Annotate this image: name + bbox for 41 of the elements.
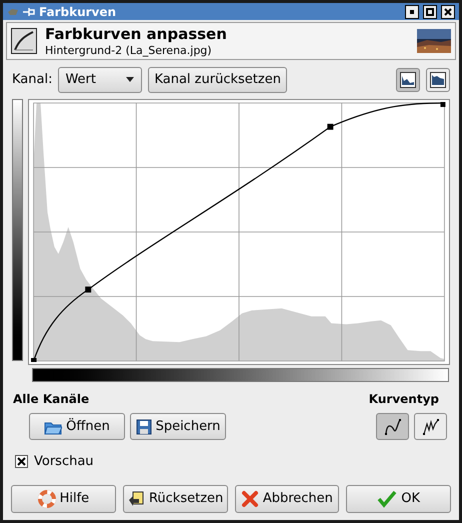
linear-histogram-icon: [400, 72, 416, 88]
close-button[interactable]: [441, 4, 455, 18]
cross-mark-icon: [17, 457, 26, 466]
control-point[interactable]: [327, 124, 334, 130]
curves-tool-icon: [11, 28, 37, 54]
section-title: Alle Kanäle: [13, 391, 90, 408]
smooth-curve-icon: [384, 418, 402, 436]
control-point[interactable]: [85, 286, 92, 293]
window-title: Farbkurven: [39, 4, 116, 20]
image-name: Hintergrund-2 (La_Serena.jpg): [45, 44, 213, 58]
checkmark-icon: [377, 490, 398, 508]
reset-button[interactable]: Rücksetzen: [122, 484, 228, 512]
lifebuoy-icon: [38, 490, 56, 508]
minimize-button[interactable]: [405, 4, 419, 18]
histogram-scale-toggle[interactable]: [426, 68, 450, 92]
preview-checkbox[interactable]: [15, 455, 28, 468]
section-title: Kurventyp: [368, 391, 439, 408]
undo-icon: [126, 490, 145, 508]
preview-label: Vorschau: [34, 453, 94, 471]
app-icon: [7, 6, 19, 16]
logarithmic-histogram-icon: [430, 72, 446, 88]
open-button[interactable]: Öffnen: [29, 413, 125, 440]
maximize-button[interactable]: [423, 4, 437, 18]
channel-dropdown[interactable]: Wert: [58, 67, 142, 93]
channel-label: Kanal:: [12, 71, 52, 90]
cancel-button[interactable]: Abbrechen: [234, 484, 340, 512]
ok-button[interactable]: OK: [346, 484, 451, 512]
close-icon: [444, 8, 452, 16]
curve-type-toggle[interactable]: [414, 413, 447, 440]
save-button[interactable]: Speichern: [130, 413, 226, 440]
cross-icon: [240, 490, 259, 508]
control-point[interactable]: [31, 358, 37, 362]
curve-type-toggle[interactable]: [376, 413, 409, 440]
control-point[interactable]: [440, 102, 446, 107]
help-button[interactable]: Hilfe: [11, 484, 116, 512]
caret-icon: [125, 77, 136, 83]
dialog-title: Farbkurven anpassen: [45, 24, 228, 44]
freehand-curve-icon: [422, 418, 440, 436]
pin-icon: [23, 6, 35, 16]
histogram-scale-toggle[interactable]: [396, 68, 420, 92]
reset-channel-button[interactable]: Kanal zurücksetzen: [148, 67, 287, 93]
